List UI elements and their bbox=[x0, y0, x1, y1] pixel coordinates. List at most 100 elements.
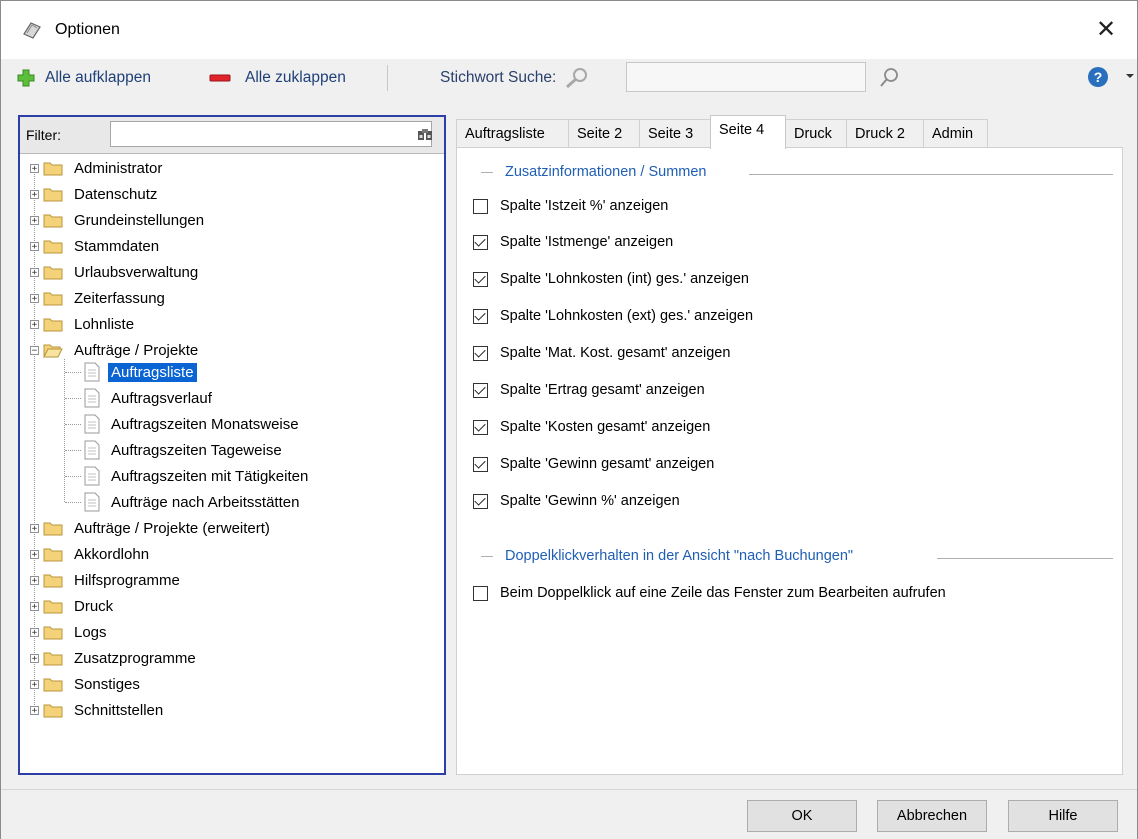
tree-item-auftragszeiten-monatsweise[interactable]: Auftragszeiten Monatsweise bbox=[84, 413, 302, 435]
tree-item-auftragszeiten-tageweise[interactable]: Auftragszeiten Tageweise bbox=[84, 439, 285, 461]
checkbox-ertrag[interactable]: Spalte 'Ertrag gesamt' anzeigen bbox=[473, 382, 705, 398]
checkbox[interactable] bbox=[473, 345, 488, 361]
help-dropdown-icon[interactable] bbox=[1126, 74, 1134, 78]
expand-icon[interactable]: + bbox=[30, 241, 39, 251]
document-icon bbox=[84, 492, 100, 512]
checkbox[interactable] bbox=[473, 198, 488, 214]
checkbox[interactable] bbox=[473, 271, 488, 287]
tab-content: Zusatzinformationen / Summen Spalte 'Ist… bbox=[456, 147, 1123, 775]
tree-item-auftragsverlauf[interactable]: Auftragsverlauf bbox=[84, 387, 215, 409]
tab-druck-2[interactable]: Druck 2 bbox=[846, 119, 924, 147]
tree-item-auftraege-erweitert[interactable]: + Aufträge / Projekte (erweitert) bbox=[30, 517, 273, 539]
tree-item-datenschutz[interactable]: + Datenschutz bbox=[30, 183, 160, 205]
tab-druck[interactable]: Druck bbox=[785, 119, 847, 147]
tab-seite-3[interactable]: Seite 3 bbox=[639, 119, 711, 147]
filter-input[interactable] bbox=[110, 121, 432, 147]
checkbox-label: Spalte 'Lohnkosten (int) ges.' anzeigen bbox=[500, 271, 749, 287]
tree-item-auftraege-arbeitsstaetten[interactable]: Aufträge nach Arbeitsstätten bbox=[84, 491, 302, 513]
tree-item-label: Auftragszeiten Tageweise bbox=[111, 441, 282, 459]
tree-item-label: Hilfsprogramme bbox=[74, 571, 180, 589]
expand-icon[interactable]: + bbox=[30, 601, 39, 611]
checkbox-lohnkosten-int[interactable]: Spalte 'Lohnkosten (int) ges.' anzeigen bbox=[473, 271, 749, 287]
tree-item-urlaubsverwaltung[interactable]: + Urlaubsverwaltung bbox=[30, 261, 201, 283]
expand-icon[interactable]: + bbox=[30, 575, 39, 585]
tree-item-label: Aufträge / Projekte (erweitert) bbox=[74, 519, 270, 537]
checkbox[interactable] bbox=[473, 585, 488, 601]
checkbox-mat-kost[interactable]: Spalte 'Mat. Kost. gesamt' anzeigen bbox=[473, 345, 730, 361]
document-icon bbox=[84, 414, 100, 434]
expand-icon[interactable]: + bbox=[30, 653, 39, 663]
checkbox-istmenge[interactable]: Spalte 'Istmenge' anzeigen bbox=[473, 234, 673, 250]
folder-icon bbox=[43, 188, 63, 202]
tree-item-auftragsliste[interactable]: Auftragsliste bbox=[84, 361, 197, 383]
checkbox[interactable] bbox=[473, 456, 488, 472]
tree-guide bbox=[65, 398, 81, 399]
expand-icon[interactable]: + bbox=[30, 163, 39, 173]
tree-item-label: Auftragszeiten Monatsweise bbox=[111, 415, 299, 433]
tree-item-zusatzprogramme[interactable]: + Zusatzprogramme bbox=[30, 647, 199, 669]
tree-item-grundeinstellungen[interactable]: + Grundeinstellungen bbox=[30, 209, 207, 231]
tree-item-lohnliste[interactable]: + Lohnliste bbox=[30, 313, 137, 335]
checkbox[interactable] bbox=[473, 234, 488, 250]
checkbox-kosten[interactable]: Spalte 'Kosten gesamt' anzeigen bbox=[473, 419, 710, 435]
tree-item-auftraege-projekte[interactable]: − Aufträge / Projekte bbox=[30, 339, 201, 361]
tab-seite-4[interactable]: Seite 4 bbox=[710, 115, 786, 149]
group-line bbox=[937, 558, 1113, 559]
expand-icon[interactable]: + bbox=[30, 679, 39, 689]
tab-admin[interactable]: Admin bbox=[923, 119, 988, 147]
settings-panel: Auftragsliste Seite 2 Seite 3 Seite 4 Dr… bbox=[456, 115, 1123, 775]
search-icon[interactable] bbox=[878, 67, 900, 89]
expand-all-button[interactable]: Alle aufklappen bbox=[17, 65, 151, 91]
expand-icon[interactable]: + bbox=[30, 267, 39, 277]
cancel-button[interactable]: Abbrechen bbox=[877, 800, 987, 832]
ok-button[interactable]: OK bbox=[747, 800, 857, 832]
checkbox-gewinn-prozent[interactable]: Spalte 'Gewinn %' anzeigen bbox=[473, 493, 680, 509]
tree-item-schnittstellen[interactable]: + Schnittstellen bbox=[30, 699, 166, 721]
expand-icon[interactable]: + bbox=[30, 705, 39, 715]
tree-item-auftragszeiten-taetigkeiten[interactable]: Auftragszeiten mit Tätigkeiten bbox=[84, 465, 311, 487]
checkbox-istzeit[interactable]: Spalte 'Istzeit %' anzeigen bbox=[473, 198, 668, 214]
group-title-text: Doppelklickverhalten in der Ansicht "nac… bbox=[505, 548, 854, 564]
key-search-icon bbox=[566, 68, 588, 89]
binoculars-icon[interactable] bbox=[417, 126, 433, 142]
filter-bar: Filter: bbox=[20, 117, 444, 154]
tree-item-label: Lohnliste bbox=[74, 315, 135, 333]
collapse-all-button[interactable]: Alle zuklappen bbox=[209, 65, 346, 91]
checkbox[interactable] bbox=[473, 308, 488, 324]
expand-icon[interactable]: + bbox=[30, 523, 39, 533]
folder-icon bbox=[43, 162, 63, 176]
tree-item-label: Zeiterfassung bbox=[74, 289, 165, 307]
checkbox-doppelklick[interactable]: Beim Doppelklick auf eine Zeile das Fens… bbox=[473, 585, 946, 601]
expand-icon[interactable]: + bbox=[30, 319, 39, 329]
collapse-icon[interactable]: − bbox=[30, 345, 39, 355]
checkbox[interactable] bbox=[473, 382, 488, 398]
checkbox[interactable] bbox=[473, 419, 488, 435]
tree-item-druck[interactable]: + Druck bbox=[30, 595, 116, 617]
help-icon[interactable]: ? bbox=[1088, 67, 1108, 87]
search-input[interactable] bbox=[626, 62, 866, 92]
tree-item-zeiterfassung[interactable]: + Zeiterfassung bbox=[30, 287, 168, 309]
tree-item-administrator[interactable]: + Administrator bbox=[30, 157, 165, 179]
checkbox-lohnkosten-ext[interactable]: Spalte 'Lohnkosten (ext) ges.' anzeigen bbox=[473, 308, 753, 324]
expand-icon[interactable]: + bbox=[30, 549, 39, 559]
group-title-text: Zusatzinformationen / Summen bbox=[505, 164, 707, 180]
close-button[interactable]: ✕ bbox=[1089, 13, 1123, 47]
expand-icon[interactable]: + bbox=[30, 293, 39, 303]
expand-icon[interactable]: + bbox=[30, 189, 39, 199]
document-icon bbox=[84, 388, 100, 408]
checkbox[interactable] bbox=[473, 493, 488, 509]
checkbox-gewinn[interactable]: Spalte 'Gewinn gesamt' anzeigen bbox=[473, 456, 714, 472]
expand-icon[interactable]: + bbox=[30, 215, 39, 225]
help-button[interactable]: Hilfe bbox=[1008, 800, 1118, 832]
tree-item-akkordlohn[interactable]: + Akkordlohn bbox=[30, 543, 152, 565]
tree-item-sonstiges[interactable]: + Sonstiges bbox=[30, 673, 143, 695]
tree-item-hilfsprogramme[interactable]: + Hilfsprogramme bbox=[30, 569, 183, 591]
window-title: Optionen bbox=[55, 21, 120, 38]
tree-item-stammdaten[interactable]: + Stammdaten bbox=[30, 235, 162, 257]
tree-item-label: Auftragsverlauf bbox=[111, 389, 212, 407]
tab-auftragsliste[interactable]: Auftragsliste bbox=[456, 119, 569, 147]
tab-seite-2[interactable]: Seite 2 bbox=[568, 119, 640, 147]
expand-icon[interactable]: + bbox=[30, 627, 39, 637]
tree-item-logs[interactable]: + Logs bbox=[30, 621, 110, 643]
toolbar: Alle aufklappen Alle zuklappen Stichwort… bbox=[1, 59, 1137, 99]
